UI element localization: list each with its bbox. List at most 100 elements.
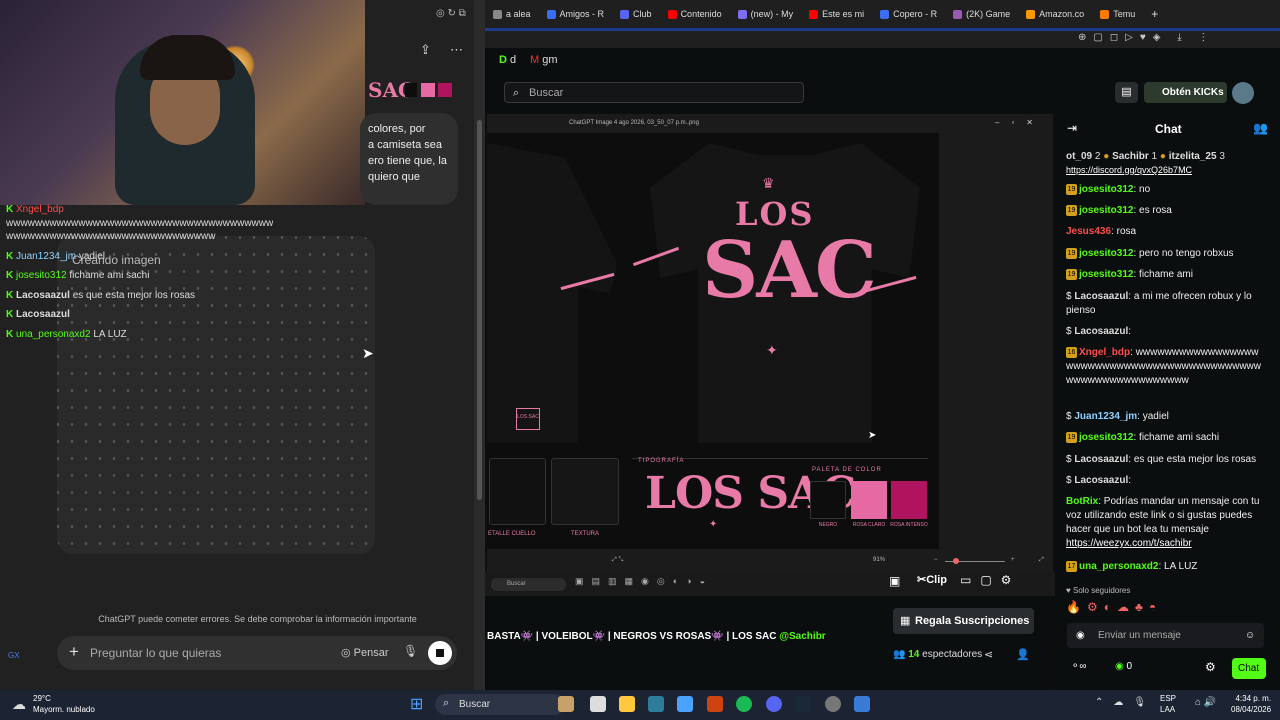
- new-tab-button[interactable]: +: [1143, 7, 1166, 21]
- prompt-input[interactable]: Preguntar lo que quieras: [90, 646, 221, 660]
- taskview-icon[interactable]: [590, 696, 606, 712]
- opera-gx-icon[interactable]: [707, 696, 723, 712]
- file-explorer-icon[interactable]: [619, 696, 635, 712]
- share-icon[interactable]: ⇪: [420, 42, 431, 58]
- share-icon[interactable]: ⋖: [984, 648, 993, 661]
- chat-link[interactable]: https://discord.gg/qvxQ26b7MC: [1066, 163, 1261, 177]
- weather-icon[interactable]: ☁: [12, 696, 26, 713]
- gx-icon[interactable]: GX: [8, 651, 20, 660]
- mouse-cursor-icon: ➤: [362, 345, 374, 361]
- reload-icon[interactable]: ◎ ↻ ⧉: [436, 8, 466, 19]
- zoom-slider-thumb[interactable]: [953, 558, 959, 564]
- mic-icon[interactable]: 🎙: [403, 644, 418, 658]
- tab[interactable]: (new) - My: [730, 9, 802, 19]
- chat-input[interactable]: ◉ Enviar un mensaje ☺: [1067, 623, 1264, 648]
- zoom-out-icon[interactable]: −: [934, 557, 938, 563]
- settings-icon[interactable]: ⚙: [1205, 660, 1216, 674]
- theater-icon[interactable]: ▣: [889, 574, 900, 588]
- bookmark[interactable]: M gm: [530, 54, 558, 66]
- tab[interactable]: Contenido: [660, 9, 730, 19]
- prompt-box[interactable]: + Preguntar lo que quieras ◎ Pensar 🎙: [57, 636, 457, 670]
- add-attachment-icon[interactable]: +: [69, 642, 79, 662]
- tab[interactable]: Amazon.co: [1018, 9, 1092, 19]
- emote-bar[interactable]: 🔥⚙◐☁♣◓: [1066, 600, 1162, 614]
- tab-label: (2K) Game: [966, 9, 1011, 19]
- sub-badge: 19: [1066, 431, 1077, 443]
- store-icon[interactable]: [648, 696, 664, 712]
- app-icon[interactable]: [558, 696, 574, 712]
- tray-icons[interactable]: ⌃☁🎙: [1095, 697, 1156, 708]
- fit-icon[interactable]: ⤢ ⤡: [612, 557, 623, 564]
- users-icon[interactable]: 👥: [1253, 121, 1268, 135]
- clip-button[interactable]: ✂Clip: [917, 573, 947, 586]
- chat-username[interactable]: Lacosaazul: [1074, 326, 1128, 337]
- taskbar-search[interactable]: Buscar: [435, 694, 565, 715]
- tab[interactable]: Temu: [1092, 9, 1143, 19]
- network-icon[interactable]: ⌂ 🔊: [1195, 697, 1216, 708]
- chat-username[interactable]: josesito312: [1079, 205, 1133, 216]
- send-chat-button[interactable]: Chat: [1232, 658, 1266, 679]
- chat-username[interactable]: Lacosaazul: [1074, 475, 1128, 486]
- chat-username[interactable]: josesito312: [1079, 184, 1133, 195]
- bookmark[interactable]: D d: [499, 54, 516, 66]
- scroll-thumb[interactable]: [477, 120, 482, 500]
- discord-icon[interactable]: [766, 696, 782, 712]
- left-scrollbar[interactable]: [474, 0, 485, 690]
- emoji-icon[interactable]: ☺: [1245, 630, 1255, 641]
- gifter-count: 3: [1219, 151, 1225, 162]
- chat-username[interactable]: Lacosaazul: [1074, 454, 1128, 465]
- tab[interactable]: Club: [612, 9, 660, 19]
- tab[interactable]: Amigos - R: [539, 9, 613, 19]
- collapse-chat-icon[interactable]: ⇥: [1067, 121, 1077, 135]
- followers-only-label: Solo seguidores: [1072, 586, 1131, 595]
- stream-taskbar-search: Buscar: [491, 578, 566, 591]
- chat-username[interactable]: BotRix: [1066, 496, 1098, 507]
- star-icon: ✦: [709, 519, 718, 530]
- get-kicks-button[interactable]: Obtén KICKs: [1144, 82, 1227, 103]
- tab[interactable]: Este es mi: [801, 9, 872, 19]
- layout-icon[interactable]: ▤: [1115, 82, 1138, 103]
- steam-icon[interactable]: [795, 696, 811, 712]
- spotify-icon[interactable]: [736, 696, 752, 712]
- stream-taskbar-icons: ▣▤▥▦◉◎◐◑◒: [575, 576, 714, 586]
- tab[interactable]: (2K) Game: [945, 9, 1018, 19]
- weather-widget[interactable]: 29°C Mayorm. nublado: [33, 693, 95, 715]
- window-controls[interactable]: –▫✕: [995, 118, 1045, 127]
- chat-username[interactable]: Jesus436: [1066, 226, 1111, 237]
- obs-icon[interactable]: [825, 696, 841, 712]
- start-icon[interactable]: ⊞: [410, 694, 423, 714]
- calc-icon[interactable]: [677, 696, 693, 712]
- kick-points-icon[interactable]: ⚬∞: [1071, 661, 1087, 672]
- language-indicator[interactable]: ESP LAA: [1160, 693, 1176, 715]
- chat-link[interactable]: https://weezyx.com/t/sachibr: [1066, 538, 1192, 549]
- assistant-reply: colores, por a camiseta sea ero tiene qu…: [360, 113, 458, 205]
- think-button[interactable]: ◎ Pensar: [341, 646, 389, 659]
- emote-picker-icon[interactable]: ◉: [1076, 630, 1085, 641]
- stop-button[interactable]: [428, 641, 452, 665]
- chat-username[interactable]: Xngel_bdp: [1079, 347, 1130, 358]
- chat-input-placeholder[interactable]: Enviar un mensaje: [1098, 630, 1181, 641]
- chat-message: 19 josesito312: pero no tengo robxus: [1066, 247, 1234, 259]
- kick-search[interactable]: ⌕ Buscar: [504, 82, 804, 103]
- app-icon[interactable]: [854, 696, 870, 712]
- chat-username[interactable]: Lacosaazul: [1074, 291, 1128, 302]
- extension-icons[interactable]: ⊕▢◻▷♥◈ ⤓ ⋮: [1078, 32, 1215, 43]
- search-input[interactable]: Buscar: [529, 87, 563, 99]
- stream-mention[interactable]: @Sachibr: [779, 631, 825, 642]
- gift-subs-button[interactable]: Regala Suscripciones: [893, 608, 1034, 634]
- tab[interactable]: Copero - R: [872, 9, 945, 19]
- follow-icon[interactable]: 👤: [1016, 648, 1030, 661]
- tab-label: Copero - R: [893, 9, 938, 19]
- avatar[interactable]: [1232, 82, 1254, 104]
- player-icons[interactable]: ▭▢⚙: [960, 573, 1020, 587]
- chat-username[interactable]: Juan1234_jm: [1074, 411, 1137, 422]
- clock[interactable]: 4:34 p. m. 08/04/2026: [1231, 693, 1271, 715]
- chat-username[interactable]: josesito312: [1079, 248, 1133, 259]
- tab[interactable]: a alea: [485, 9, 539, 19]
- fullscreen-icon[interactable]: ⤢: [1039, 557, 1044, 564]
- chat-username[interactable]: una_personaxd2: [1079, 561, 1158, 572]
- chat-username[interactable]: josesito312: [1079, 432, 1133, 443]
- more-options-icon[interactable]: ⋯: [450, 42, 463, 58]
- chat-username[interactable]: josesito312: [1079, 269, 1133, 280]
- zoom-in-icon[interactable]: +: [1011, 557, 1015, 563]
